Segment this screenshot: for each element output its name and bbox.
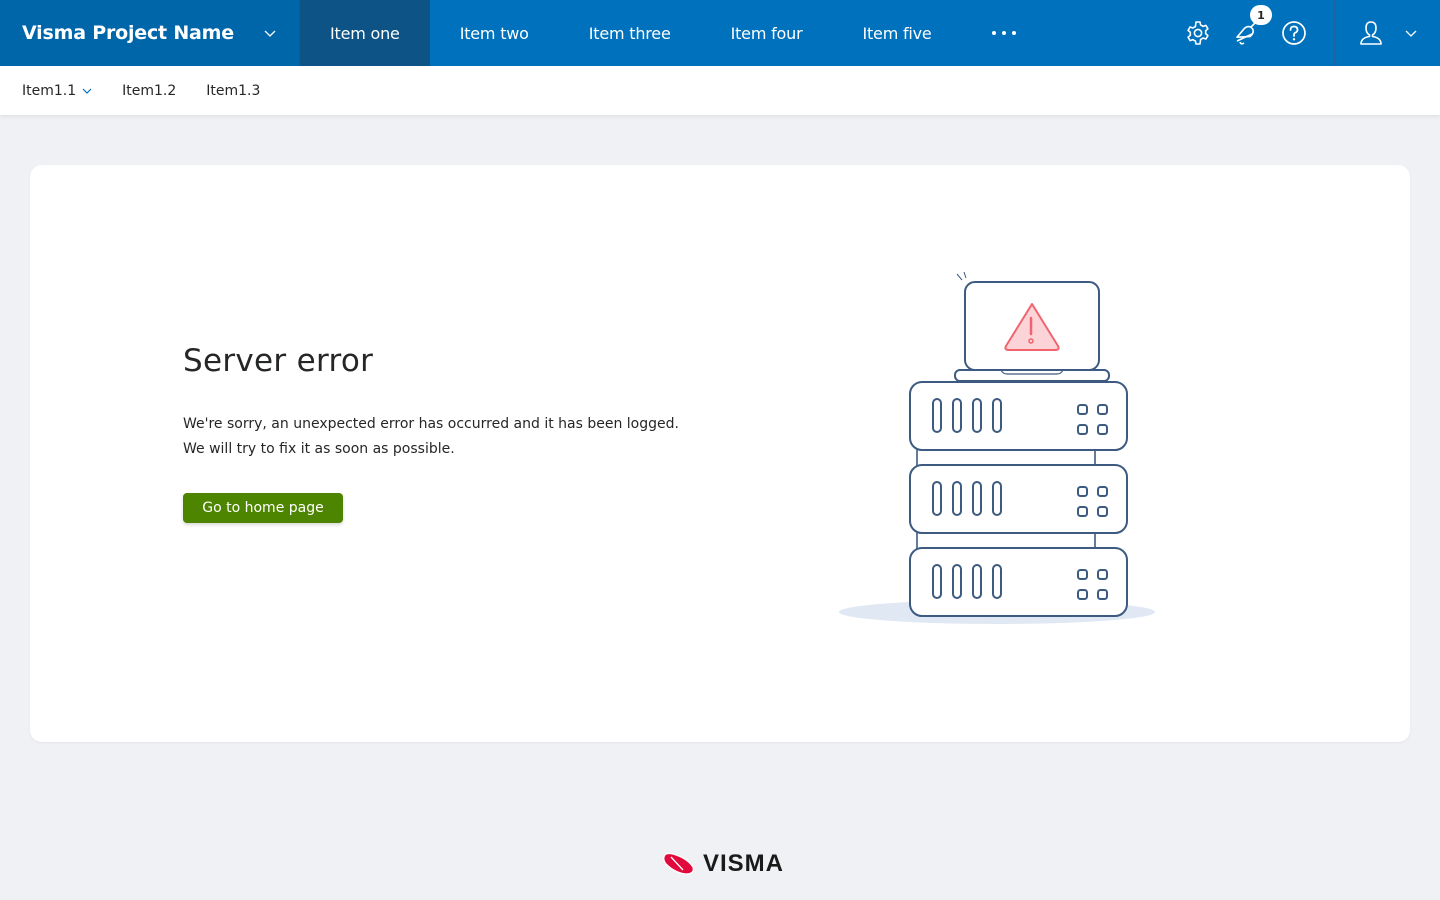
subnav-item-label: Item1.2 (122, 82, 177, 99)
subnav-item-label: Item1.1 (22, 82, 77, 99)
project-name: Visma Project Name (22, 22, 234, 44)
logo-text: VISMA (703, 850, 785, 877)
subnav-item-label: Item1.3 (206, 82, 261, 99)
chevron-down-icon (82, 88, 92, 94)
project-selector[interactable]: Visma Project Name (0, 0, 300, 66)
gear-icon (1187, 21, 1209, 45)
go-home-button[interactable]: Go to home page (183, 493, 343, 523)
ellipsis-icon-dot (1011, 31, 1016, 35)
ellipsis-icon-dot (991, 31, 996, 35)
ellipsis-icon-dot (1001, 31, 1006, 35)
server-error-illustration (839, 271, 1155, 624)
nav-item-one[interactable]: Item one (300, 0, 430, 66)
user-menu-button[interactable] (1334, 0, 1440, 66)
top-navbar: Visma Project Name Item one Item two Ite… (0, 0, 1440, 66)
error-card: Server error We're sorry, an unexpected … (30, 165, 1410, 742)
notifications-button[interactable]: 1 (1222, 0, 1272, 66)
question-icon (1282, 21, 1306, 45)
main-nav: Item one Item two Item three Item four I… (300, 0, 1046, 66)
settings-button[interactable] (1174, 0, 1222, 66)
visma-swoosh-icon (663, 853, 694, 875)
error-message: We're sorry, an unexpected error has occ… (183, 416, 679, 457)
notification-badge: 1 (1250, 5, 1272, 25)
nav-item-four[interactable]: Item four (701, 0, 833, 66)
chevron-down-icon (264, 30, 276, 37)
more-menu-button[interactable] (962, 0, 1046, 66)
user-icon (1359, 21, 1382, 45)
sub-navbar: Item1.1 Item1.2 Item1.3 (0, 66, 1440, 115)
subnav-item-1-3[interactable]: Item1.3 (206, 83, 260, 99)
help-button[interactable] (1270, 0, 1318, 66)
visma-logo: VISMA (663, 850, 784, 878)
nav-item-five[interactable]: Item five (832, 0, 961, 66)
nav-item-three[interactable]: Item three (559, 0, 701, 66)
error-title: Server error (183, 343, 374, 379)
subnav-item-1-1[interactable]: Item1.1 (22, 83, 92, 99)
subnav-item-1-2[interactable]: Item1.2 (122, 83, 176, 99)
server-unit (909, 381, 1128, 617)
chevron-down-icon (1405, 30, 1416, 37)
nav-item-two[interactable]: Item two (430, 0, 559, 66)
navbar-actions: 1 (1174, 0, 1440, 66)
